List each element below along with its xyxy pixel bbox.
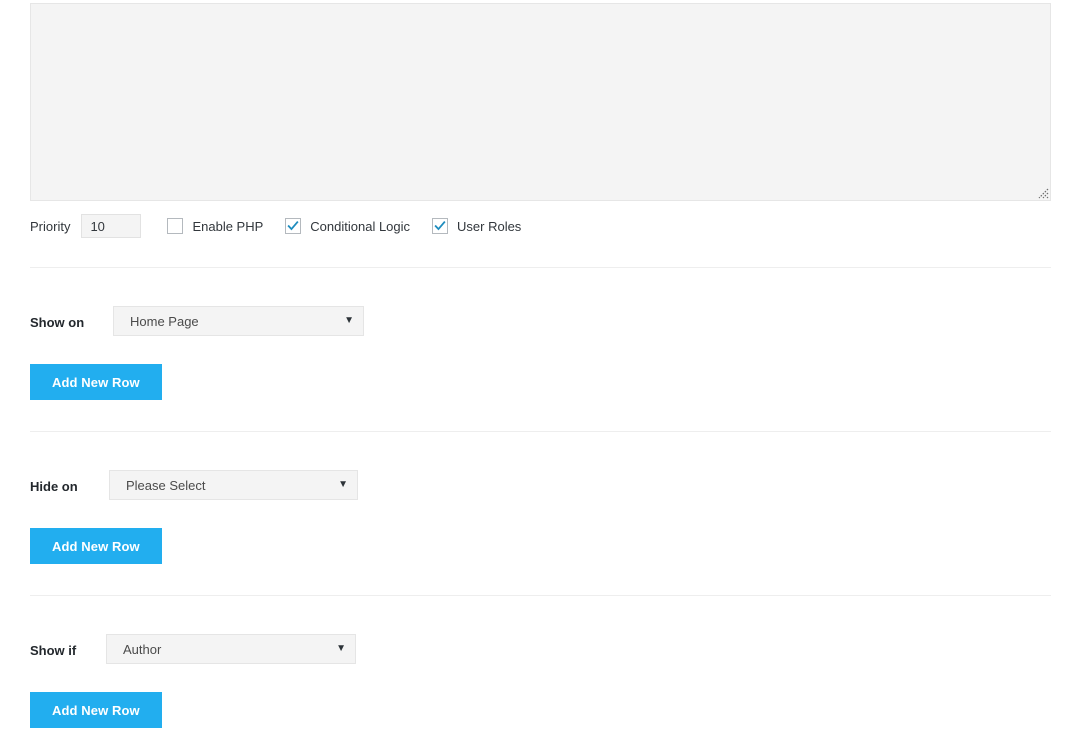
chevron-down-icon: ▼ (338, 480, 357, 490)
code-textarea[interactable] (30, 3, 1051, 201)
user-roles-label: User Roles (457, 219, 521, 234)
checkbox-conditional-logic[interactable]: Conditional Logic (285, 218, 410, 234)
show-if-select[interactable]: Author ▼ (106, 634, 356, 664)
chevron-down-icon: ▼ (344, 316, 363, 326)
checkbox-user-roles[interactable]: User Roles (432, 218, 521, 234)
section-divider-3 (30, 595, 1051, 596)
show-if-select-value: Author (107, 642, 336, 657)
add-new-row-button-show-if[interactable]: Add New Row (30, 692, 162, 728)
chevron-down-icon: ▼ (336, 644, 355, 654)
show-on-select[interactable]: Home Page ▼ (113, 306, 364, 336)
rule-label-show-if: Show if (30, 643, 76, 658)
priority-input[interactable] (81, 214, 141, 238)
checkbox-enable-php[interactable]: Enable PHP (167, 218, 263, 234)
options-row: Priority Enable PHP Conditional Logic (30, 213, 521, 239)
conditional-logic-label: Conditional Logic (310, 219, 410, 234)
hide-on-select-value: Please Select (110, 478, 338, 493)
section-divider-2 (30, 431, 1051, 432)
settings-panel: Priority Enable PHP Conditional Logic (0, 0, 1081, 730)
rule-label-show-on: Show on (30, 315, 84, 330)
section-divider-1 (30, 267, 1051, 268)
check-icon (434, 220, 446, 232)
conditional-logic-checkbox-box[interactable] (285, 218, 301, 234)
hide-on-select[interactable]: Please Select ▼ (109, 470, 358, 500)
enable-php-label: Enable PHP (192, 219, 263, 234)
enable-php-checkbox-box[interactable] (167, 218, 183, 234)
add-new-row-button-hide-on[interactable]: Add New Row (30, 528, 162, 564)
priority-label: Priority (30, 219, 70, 234)
add-new-row-button-show-on[interactable]: Add New Row (30, 364, 162, 400)
rule-label-hide-on: Hide on (30, 479, 78, 494)
user-roles-checkbox-box[interactable] (432, 218, 448, 234)
check-icon (287, 220, 299, 232)
show-on-select-value: Home Page (114, 314, 344, 329)
